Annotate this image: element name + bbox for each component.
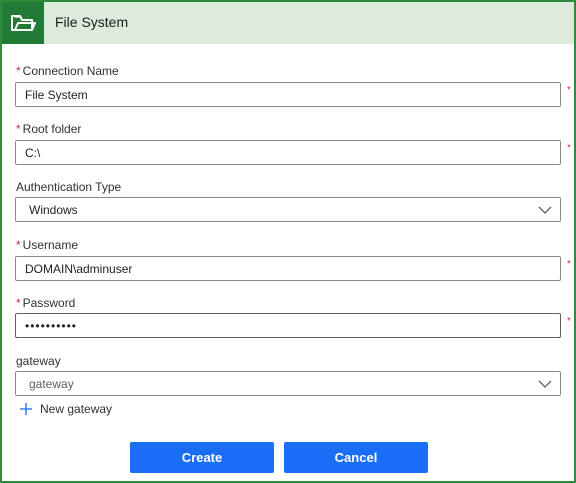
cancel-button[interactable]: Cancel xyxy=(284,442,428,473)
new-gateway-label: New gateway xyxy=(40,402,113,416)
required-marker: * xyxy=(567,85,571,96)
required-marker: * xyxy=(16,64,21,78)
dialog-header: File System xyxy=(2,2,574,44)
required-marker: * xyxy=(16,296,21,310)
required-marker: * xyxy=(16,122,21,136)
root-folder-input[interactable] xyxy=(15,140,561,165)
connector-logo xyxy=(2,2,44,44)
folder-icon xyxy=(11,15,36,31)
gateway-dropdown[interactable]: gateway xyxy=(15,371,561,396)
root-folder-label-text: Root folder xyxy=(22,122,82,136)
gateway-selected: gateway xyxy=(29,377,74,391)
password-input[interactable] xyxy=(15,313,561,338)
username-input[interactable] xyxy=(15,256,561,281)
auth-type-label: Authentication Type xyxy=(16,180,122,194)
connection-name-input[interactable] xyxy=(15,82,561,107)
gateway-label: gateway xyxy=(16,354,61,368)
connection-name-label: * Connection Name xyxy=(16,64,119,78)
connection-dialog: File System *Connection Name * *Root fol… xyxy=(0,0,576,483)
auth-type-selected: Windows xyxy=(29,203,78,217)
connection-name-label-text: Connection Name xyxy=(22,64,119,78)
required-marker: * xyxy=(567,259,571,270)
password-label-text: Password xyxy=(22,296,76,310)
chevron-down-icon xyxy=(538,380,552,388)
auth-type-dropdown[interactable]: Windows xyxy=(15,197,561,222)
dialog-title: File System xyxy=(55,14,129,30)
root-folder-label: * Root folder xyxy=(16,122,81,136)
username-label: * Username xyxy=(16,238,78,252)
required-marker: * xyxy=(567,316,571,327)
create-button[interactable]: Create xyxy=(130,442,274,473)
new-gateway-link[interactable]: New gateway xyxy=(20,402,112,416)
plus-icon xyxy=(20,403,32,415)
password-label: * Password xyxy=(16,296,75,310)
chevron-down-icon xyxy=(538,206,552,214)
required-marker: * xyxy=(567,143,571,154)
required-marker: * xyxy=(16,238,21,252)
username-label-text: Username xyxy=(22,238,79,252)
